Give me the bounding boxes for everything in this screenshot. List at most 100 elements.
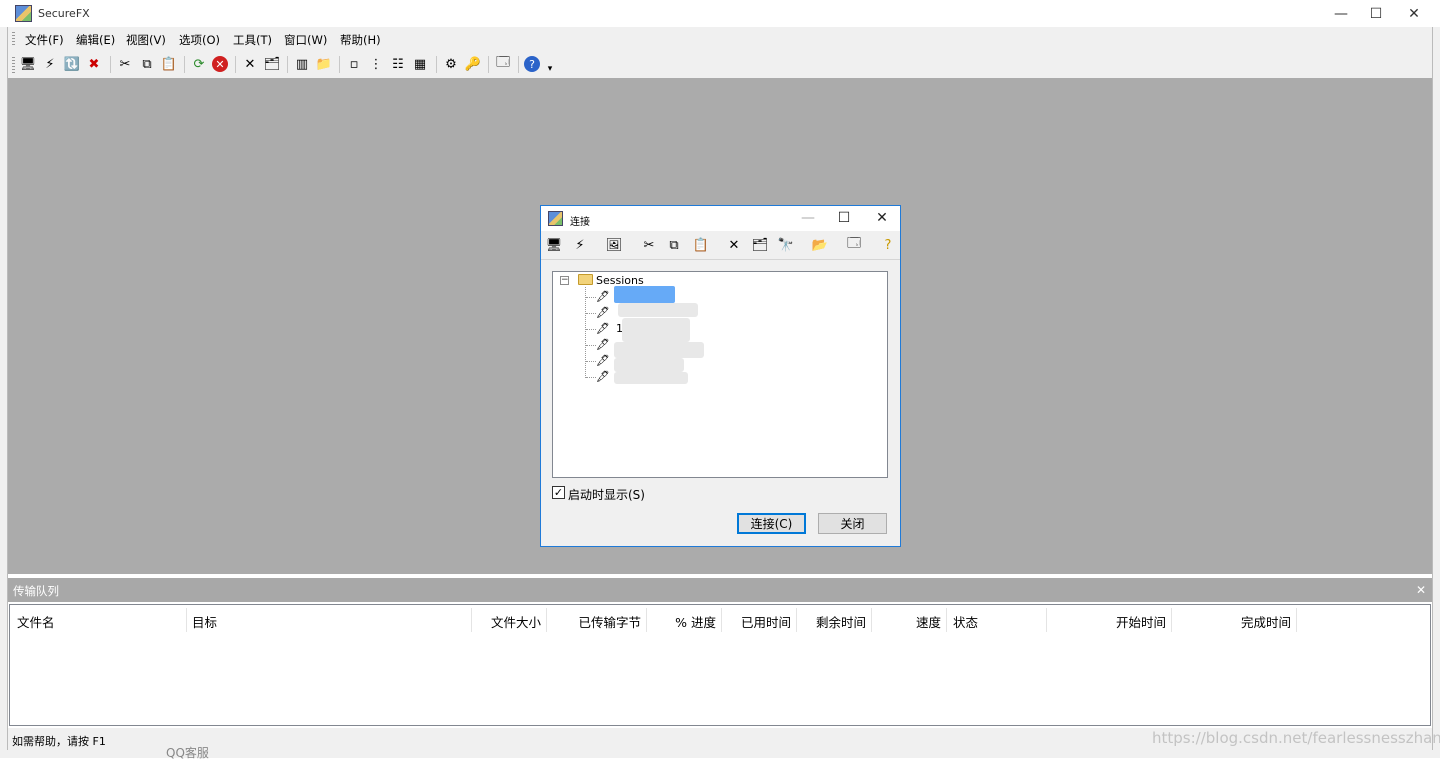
menubar-grip[interactable] — [12, 32, 15, 46]
dialog-title: 连接 — [570, 217, 590, 228]
menu-tools[interactable]: 工具(T) — [233, 32, 272, 48]
toolbar-grip[interactable] — [12, 57, 15, 73]
dialog-window-icon[interactable]: 🗔 — [845, 236, 863, 254]
tree-branch-line — [586, 361, 596, 362]
minimize-button[interactable]: — — [1323, 0, 1359, 27]
tree-branch-line — [586, 313, 596, 314]
tree-branch-line — [586, 329, 596, 330]
menu-options[interactable]: 选项(O) — [179, 32, 220, 48]
app-icon — [15, 5, 32, 22]
cut-icon[interactable]: ✂ — [116, 55, 134, 73]
transfer-queue-title: 传输队列 — [13, 584, 59, 598]
dialog-delete-icon[interactable]: ✕ — [725, 236, 743, 254]
column-header-filename[interactable]: 文件名 — [17, 612, 55, 631]
transfer-queue-close-icon[interactable]: ✕ — [1416, 583, 1426, 597]
window-right-border — [1432, 27, 1440, 758]
dialog-quick-connect-icon[interactable]: ⚡ — [571, 236, 589, 254]
column-header-finish-time[interactable]: 完成时间 — [1171, 612, 1291, 631]
tree-branch-line — [586, 377, 596, 378]
toolbar-separator — [184, 56, 185, 73]
dialog-help-icon[interactable]: ? — [879, 236, 897, 254]
menu-view[interactable]: 视图(V) — [126, 32, 166, 48]
column-header-target[interactable]: 目标 — [192, 612, 217, 631]
menu-help[interactable]: 帮助(H) — [340, 32, 381, 48]
menu-window[interactable]: 窗口(W) — [284, 32, 327, 48]
refresh-icon[interactable]: ⟳ — [190, 55, 208, 73]
delete-icon[interactable]: ✕ — [241, 55, 259, 73]
dialog-copy-icon[interactable]: ⧉ — [665, 236, 683, 254]
menu-file[interactable]: 文件(F) — [25, 32, 64, 48]
toolbar-separator — [339, 56, 340, 73]
dialog-maximize-button[interactable]: ☐ — [831, 208, 857, 228]
column-header-speed[interactable]: 速度 — [871, 612, 941, 631]
list-icon[interactable]: ▫ — [345, 55, 363, 73]
dialog-paste-icon[interactable]: 📋 — [692, 236, 710, 254]
dialog-new-folder-icon[interactable]: 📂 — [811, 236, 829, 254]
session-item[interactable] — [614, 358, 684, 372]
column-header-remaining[interactable]: 剩余时间 — [796, 612, 866, 631]
startup-checkbox[interactable]: ✓ — [552, 486, 565, 499]
menu-bar — [8, 27, 1432, 51]
transfer-settings-icon[interactable]: ⚙ — [442, 55, 460, 73]
maximize-button[interactable]: ☐ — [1358, 0, 1394, 27]
session-icon: 🖋 — [596, 354, 610, 367]
dialog-new-session-icon[interactable]: 🖼 — [605, 236, 623, 254]
stop-icon[interactable]: ✕ — [212, 56, 228, 72]
dialog-cut-icon[interactable]: ✂ — [640, 236, 658, 254]
session-icon: 🖋 — [596, 306, 610, 319]
background-text: QQ客服 — [166, 746, 209, 760]
dialog-minimize-button[interactable]: — — [795, 208, 821, 228]
tree-icon[interactable]: ⋮ — [367, 55, 385, 73]
help-icon[interactable]: ? — [524, 56, 540, 72]
toolbar-separator — [235, 56, 236, 73]
quick-connect-icon[interactable]: ⚡ — [41, 55, 59, 73]
dialog-find-icon[interactable]: 🔭 — [777, 236, 795, 254]
close-window-button[interactable]: ✕ — [1396, 0, 1432, 27]
window-left-border — [0, 27, 8, 758]
folder-up-icon[interactable]: 📁 — [315, 55, 333, 73]
session-icon: 🖋 — [596, 290, 610, 303]
dialog-properties-icon[interactable]: 🗂 — [751, 236, 769, 254]
report-icon[interactable]: ▦ — [411, 55, 429, 73]
status-text: 如需帮助，请按 F1 — [12, 735, 106, 748]
tree-guide-line — [585, 287, 586, 378]
properties-icon[interactable]: 🗂 — [263, 55, 281, 73]
session-item[interactable] — [618, 303, 698, 317]
column-header-start-time[interactable]: 开始时间 — [1046, 612, 1166, 631]
session-item[interactable] — [622, 318, 690, 342]
title-bar — [0, 0, 1440, 27]
column-divider[interactable] — [186, 608, 187, 632]
key-icon[interactable]: 🔑 — [464, 55, 482, 73]
column-header-status[interactable]: 状态 — [953, 612, 978, 631]
column-header-size[interactable]: 文件大小 — [471, 612, 541, 631]
tree-collapse-icon[interactable]: − — [560, 276, 569, 285]
toolbar-separator — [518, 56, 519, 73]
overflow-icon[interactable]: ▾ — [545, 60, 555, 78]
session-item[interactable] — [614, 342, 704, 358]
dialog-close-button[interactable]: ✕ — [869, 208, 895, 228]
menu-edit[interactable]: 编辑(E) — [76, 32, 115, 48]
column-divider[interactable] — [946, 608, 947, 632]
column-header-elapsed[interactable]: 已用时间 — [721, 612, 791, 631]
session-item[interactable] — [614, 372, 688, 384]
disconnect-icon[interactable]: ✖ — [85, 55, 103, 73]
tree-branch-line — [586, 297, 596, 298]
copy-icon[interactable]: ⧉ — [138, 55, 156, 73]
view-icon[interactable]: ▥ — [293, 55, 311, 73]
connect-tab-icon[interactable]: 🔃 — [63, 55, 81, 73]
close-dialog-button[interactable]: 关闭 — [818, 513, 887, 534]
column-header-progress[interactable]: % 进度 — [646, 612, 716, 631]
paste-icon[interactable]: 📋 — [160, 55, 178, 73]
connect-icon[interactable]: 🖥 — [19, 55, 37, 73]
connect-button[interactable]: 连接(C) — [737, 513, 806, 534]
dialog-toolbar-divider — [541, 259, 900, 260]
column-header-bytes-transferred[interactable]: 已传输字节 — [546, 612, 641, 631]
toolbar-separator — [110, 56, 111, 73]
startup-checkbox-label[interactable]: 启动时显示(S) — [568, 486, 645, 503]
column-divider[interactable] — [1296, 608, 1297, 632]
session-item-selected[interactable] — [614, 286, 675, 303]
folder-icon — [578, 274, 593, 285]
dialog-connect-icon[interactable]: 🖥 — [545, 236, 563, 254]
session-manager-icon[interactable]: 🗔 — [494, 55, 512, 73]
details-icon[interactable]: ☷ — [389, 55, 407, 73]
